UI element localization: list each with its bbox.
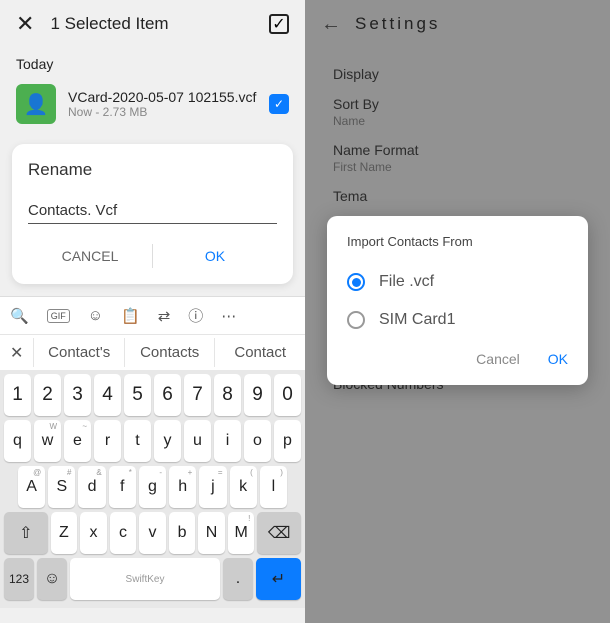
key-f[interactable]: *f: [109, 466, 136, 508]
key-c[interactable]: c: [110, 512, 137, 554]
key-o[interactable]: o: [244, 420, 271, 462]
rename-input[interactable]: [28, 198, 277, 224]
key-a[interactable]: @A: [18, 466, 45, 508]
key-1[interactable]: 1: [4, 374, 31, 416]
search-icon[interactable]: 🔍: [10, 307, 29, 325]
keyboard: 1234567890 qWw~ertyuiop @A#S&d*f-g+h=j(k…: [0, 370, 305, 608]
gif-icon[interactable]: GIF: [47, 309, 70, 323]
shift-key[interactable]: ⇧: [4, 512, 48, 554]
key-6[interactable]: 6: [154, 374, 181, 416]
suggestion-3[interactable]: Contact: [214, 338, 305, 367]
import-dialog: Import Contacts From File .vcf SIM Card1…: [327, 216, 588, 385]
key-m[interactable]: !M: [228, 512, 255, 554]
key-9[interactable]: 9: [244, 374, 271, 416]
enter-key[interactable]: ↵: [256, 558, 301, 600]
key-h[interactable]: +h: [169, 466, 196, 508]
period-key[interactable]: .: [223, 558, 253, 600]
key-7[interactable]: 7: [184, 374, 211, 416]
key-l[interactable]: )l: [260, 466, 287, 508]
key-u[interactable]: u: [184, 420, 211, 462]
ok-button[interactable]: OK: [153, 244, 277, 268]
suggestion-2[interactable]: Contacts: [124, 338, 215, 367]
left-panel: ✕ 1 Selected Item ✓ Today 👤 VCard-2020-0…: [0, 0, 305, 623]
header-title: 1 Selected Item: [50, 14, 253, 34]
translate-icon[interactable]: ⇄: [158, 307, 171, 325]
keyboard-toolbar: 🔍 GIF ☺ 📋 ⇄ ⓘ ⋯: [0, 296, 305, 334]
vcard-icon: 👤: [16, 84, 56, 124]
key-y[interactable]: y: [154, 420, 181, 462]
key-j[interactable]: =j: [199, 466, 226, 508]
key-v[interactable]: v: [139, 512, 166, 554]
emoji-key[interactable]: ☺: [37, 558, 67, 600]
more-icon[interactable]: ⋯: [221, 307, 236, 325]
key-n[interactable]: N: [198, 512, 225, 554]
rename-dialog: Rename CANCEL OK: [12, 144, 293, 284]
suggestion-1[interactable]: Contact's: [33, 338, 124, 367]
key-z[interactable]: Z: [51, 512, 78, 554]
backspace-key[interactable]: ⌫: [257, 512, 301, 554]
key-2[interactable]: 2: [34, 374, 61, 416]
key-b[interactable]: b: [169, 512, 196, 554]
import-title: Import Contacts From: [347, 234, 568, 249]
key-k[interactable]: (k: [230, 466, 257, 508]
key-s[interactable]: #S: [48, 466, 75, 508]
key-t[interactable]: t: [124, 420, 151, 462]
file-info: VCard-2020-05-07 102155.vcf Now - 2.73 M…: [68, 89, 257, 119]
suggestion-bar: ✕ Contact's Contacts Contact: [0, 334, 305, 370]
import-option-file[interactable]: File .vcf: [347, 263, 568, 301]
key-r[interactable]: r: [94, 420, 121, 462]
import-cancel-button[interactable]: Cancel: [476, 351, 520, 367]
key-0[interactable]: 0: [274, 374, 301, 416]
select-all-checkbox[interactable]: ✓: [269, 14, 289, 34]
key-q[interactable]: q: [4, 420, 31, 462]
key-g[interactable]: -g: [139, 466, 166, 508]
file-checkbox[interactable]: ✓: [269, 94, 289, 114]
file-row[interactable]: 👤 VCard-2020-05-07 102155.vcf Now - 2.73…: [0, 76, 305, 132]
key-5[interactable]: 5: [124, 374, 151, 416]
numeric-key[interactable]: 123: [4, 558, 34, 600]
cancel-button[interactable]: CANCEL: [28, 244, 153, 268]
key-p[interactable]: p: [274, 420, 301, 462]
right-panel: ← Settings DisplaySort ByNameName Format…: [305, 0, 610, 623]
key-w[interactable]: Ww: [34, 420, 61, 462]
key-8[interactable]: 8: [214, 374, 241, 416]
selection-header: ✕ 1 Selected Item ✓: [0, 0, 305, 48]
import-option-sim[interactable]: SIM Card1: [347, 301, 568, 339]
key-e[interactable]: ~e: [64, 420, 91, 462]
close-icon[interactable]: ✕: [16, 11, 34, 37]
info-icon[interactable]: ⓘ: [188, 305, 203, 326]
file-name: VCard-2020-05-07 102155.vcf: [68, 89, 257, 105]
radio-selected-icon: [347, 273, 365, 291]
section-today: Today: [0, 48, 305, 76]
option-label: SIM Card1: [379, 311, 455, 329]
option-label: File .vcf: [379, 273, 434, 291]
key-3[interactable]: 3: [64, 374, 91, 416]
dismiss-suggestions-icon[interactable]: ✕: [0, 343, 33, 363]
sticker-icon[interactable]: ☺: [88, 307, 103, 324]
key-4[interactable]: 4: [94, 374, 121, 416]
file-meta: Now - 2.73 MB: [68, 105, 257, 119]
key-x[interactable]: x: [80, 512, 107, 554]
key-i[interactable]: i: [214, 420, 241, 462]
import-ok-button[interactable]: OK: [548, 351, 568, 367]
spacebar-key[interactable]: SwiftKey: [70, 558, 220, 600]
radio-unselected-icon: [347, 311, 365, 329]
rename-title: Rename: [28, 160, 277, 180]
key-d[interactable]: &d: [78, 466, 105, 508]
clipboard-icon[interactable]: 📋: [121, 307, 140, 325]
